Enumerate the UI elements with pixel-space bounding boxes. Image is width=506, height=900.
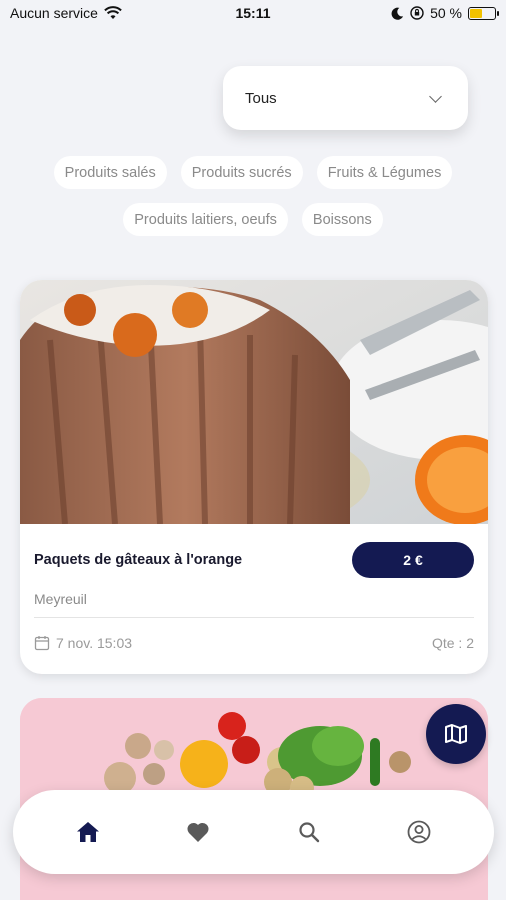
orientation-lock-icon [410, 6, 424, 20]
product-title: Paquets de gâteaux à l'orange [34, 552, 243, 568]
filter-dropdown[interactable]: Tous [223, 66, 468, 130]
date-wrap: 7 nov. 15:03 [34, 635, 132, 651]
card-title-row: Paquets de gâteaux à l'orange 2 € [34, 542, 474, 578]
chip-boissons[interactable]: Boissons [301, 203, 383, 236]
chip-fruits-legumes[interactable]: Fruits & Légumes [316, 156, 453, 189]
price-button[interactable]: 2 € [352, 542, 474, 578]
card-body: Paquets de gâteaux à l'orange 2 € Meyreu… [20, 524, 488, 651]
map-icon [445, 724, 467, 744]
status-bar: Aucun service 15:11 50 % [0, 0, 506, 26]
battery-percent: 50 % [430, 5, 462, 21]
chevron-down-icon [429, 89, 442, 103]
home-icon [77, 822, 100, 842]
product-quantity: Qte : 2 [431, 635, 474, 651]
battery-icon [468, 6, 499, 20]
chip-produits-sales[interactable]: Produits salés [53, 156, 167, 189]
product-card[interactable]: Paquets de gâteaux à l'orange 2 € Meyreu… [20, 280, 488, 674]
nav-profile[interactable] [395, 808, 443, 856]
battery-fill [470, 8, 482, 18]
search-icon [299, 822, 319, 843]
card-meta: 7 nov. 15:03 Qte : 2 [34, 635, 474, 651]
wifi-icon [104, 6, 122, 19]
bottom-nav [13, 790, 494, 874]
chip-produits-laitiers[interactable]: Produits laitiers, oeufs [123, 203, 288, 236]
category-chips: Produits salés Produits sucrés Fruits & … [20, 156, 486, 236]
nav-favorites[interactable] [174, 808, 222, 856]
map-button[interactable] [426, 704, 486, 764]
product-location: Meyreuil [34, 591, 474, 618]
filter-selected-value: Tous [245, 89, 277, 107]
status-left: Aucun service [10, 5, 122, 21]
nav-home[interactable] [64, 808, 112, 856]
carrier-label: Aucun service [10, 5, 98, 21]
calendar-icon [34, 636, 50, 651]
status-time: 15:11 [235, 5, 271, 21]
moon-icon [391, 7, 404, 20]
status-right: 50 % [391, 5, 499, 21]
product-image [20, 280, 488, 524]
chip-produits-sucres[interactable]: Produits sucrés [180, 156, 303, 189]
product-date: 7 nov. 15:03 [56, 635, 133, 651]
profile-icon [407, 820, 431, 844]
nav-search[interactable] [285, 808, 333, 856]
heart-icon [187, 822, 209, 842]
